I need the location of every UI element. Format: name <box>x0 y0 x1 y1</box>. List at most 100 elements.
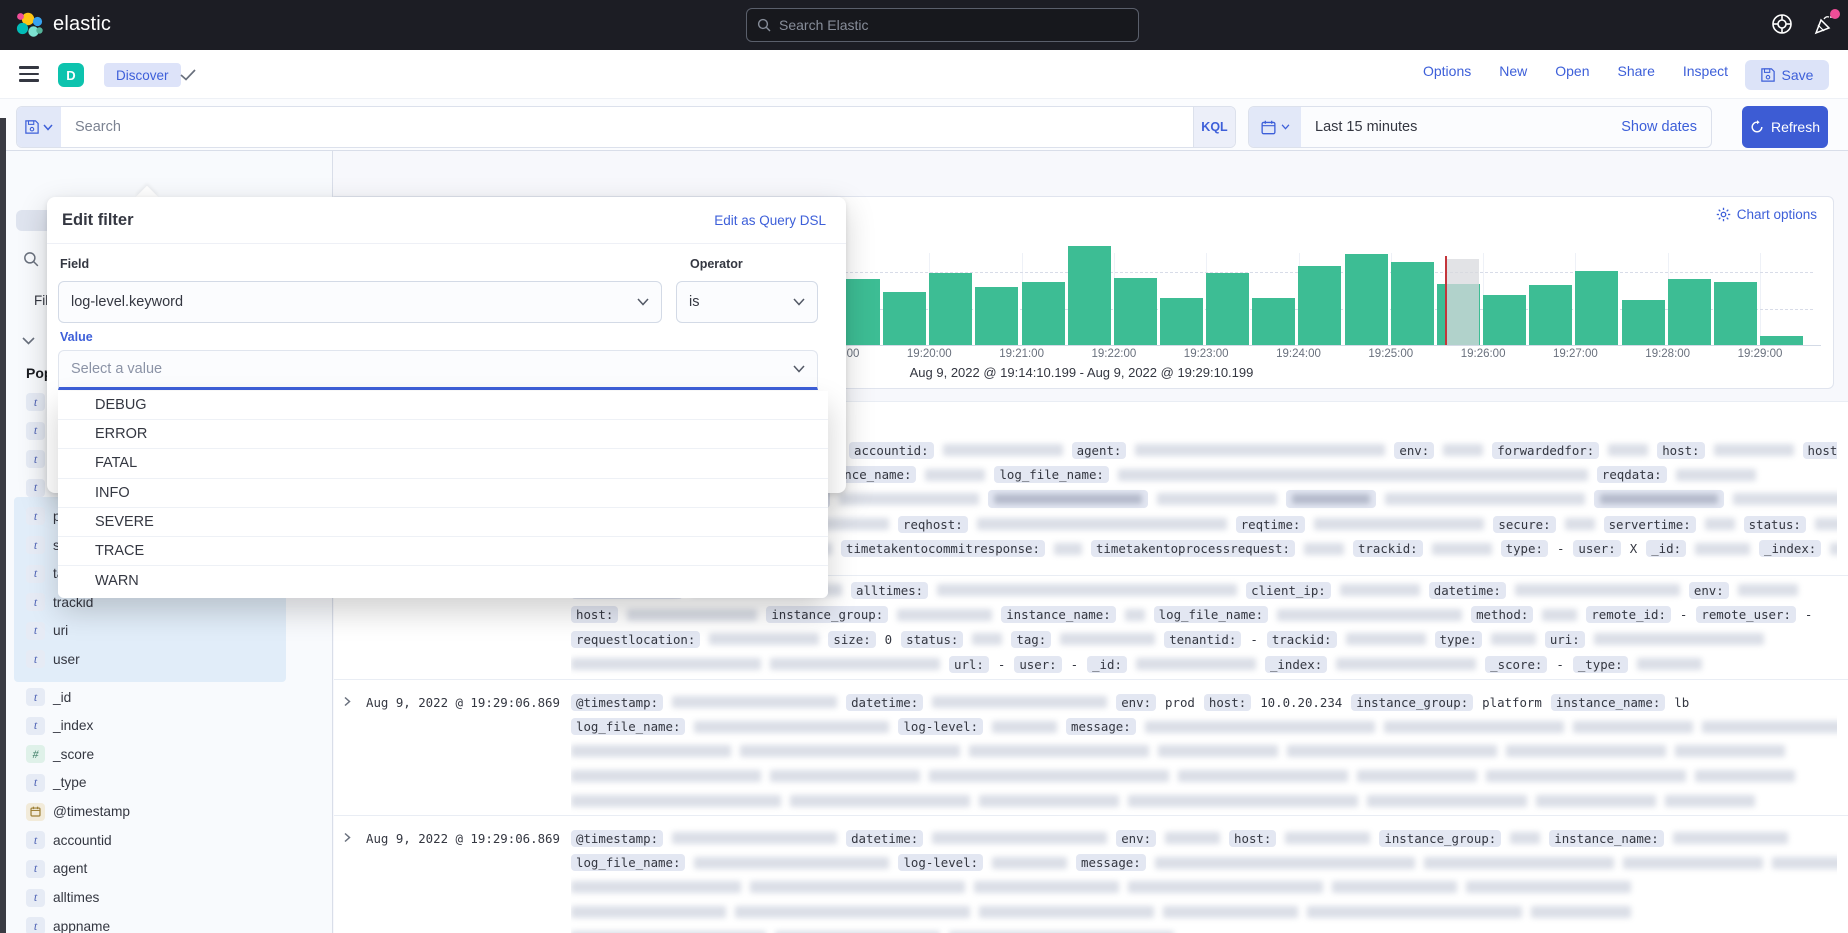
field-chip[interactable]: timetakentoprocessrequest: <box>1091 540 1295 557</box>
field-chip[interactable]: remote_user: <box>1696 606 1796 623</box>
field-chip[interactable]: requestlocation: <box>571 631 700 648</box>
value-option-warn[interactable]: WARN <box>58 566 828 595</box>
field-chip[interactable]: datetime: <box>1429 582 1506 599</box>
field-chip[interactable]: _index: <box>1265 656 1327 673</box>
global-search-input[interactable]: Search Elastic <box>746 8 1139 42</box>
field-chip[interactable]: message: <box>1066 718 1136 735</box>
date-quick-select-button[interactable] <box>1249 107 1301 147</box>
field-chip[interactable]: status: <box>901 631 963 648</box>
field-chip[interactable]: instance_name: <box>1549 830 1663 847</box>
top-nav-link-open[interactable]: Open <box>1555 63 1589 79</box>
value-option-error[interactable]: ERROR <box>58 420 828 449</box>
sidebar-field-@timestamp[interactable]: @timestamp <box>26 802 130 822</box>
saved-query-menu-button[interactable] <box>17 107 61 147</box>
field-chip[interactable]: log_file_name: <box>1154 606 1268 623</box>
field-chip[interactable]: log_file_name: <box>571 718 685 735</box>
field-chip[interactable]: @timestamp: <box>571 694 663 711</box>
field-chip[interactable]: reqdata: <box>1597 466 1667 483</box>
sidebar-field-accountid[interactable]: taccountid <box>26 830 112 850</box>
value-option-trace[interactable]: TRACE <box>58 537 828 566</box>
save-button[interactable]: Save <box>1745 60 1829 90</box>
field-chip[interactable]: type: <box>1435 631 1482 648</box>
field-chip[interactable]: remote_id: <box>1586 606 1671 623</box>
field-chip[interactable]: client_ip: <box>1246 582 1331 599</box>
sidebar-field-_type[interactable]: t_type <box>26 773 86 793</box>
sidebar-field-_id[interactable]: t_id <box>26 687 71 707</box>
expand-row-button[interactable] <box>342 832 352 843</box>
top-nav-link-inspect[interactable]: Inspect <box>1683 63 1728 79</box>
field-chip[interactable]: user: <box>1573 540 1620 557</box>
field-select[interactable]: log-level.keyword <box>58 281 662 323</box>
field-chip[interactable]: host: <box>1229 830 1276 847</box>
field-chip[interactable]: uri: <box>1545 631 1585 648</box>
menu-button[interactable] <box>19 66 39 82</box>
value-option-fatal[interactable]: FATAL <box>58 449 828 478</box>
field-chip[interactable]: instance_group: <box>1379 830 1501 847</box>
edit-as-query-dsl-link[interactable]: Edit as Query DSL <box>714 213 826 228</box>
field-chip[interactable]: host: <box>1657 442 1704 459</box>
field-chip[interactable]: message: <box>1076 854 1146 871</box>
field-chip[interactable]: log-level: <box>898 854 983 871</box>
expand-row-button[interactable] <box>342 696 352 707</box>
field-chip[interactable]: log-level: <box>898 718 983 735</box>
chart-options-button[interactable]: Chart options <box>1716 207 1817 222</box>
field-chip[interactable]: user: <box>1014 656 1061 673</box>
field-chip[interactable]: _id: <box>1646 540 1686 557</box>
field-chip[interactable]: agent: <box>1072 442 1127 459</box>
field-chip[interactable]: env: <box>1116 830 1156 847</box>
sidebar-field-appname[interactable]: tappname <box>26 916 110 933</box>
sidebar-field-alltimes[interactable]: talltimes <box>26 888 99 908</box>
top-nav-link-options[interactable]: Options <box>1423 63 1471 79</box>
field-chip[interactable]: host: <box>1204 694 1251 711</box>
value-option-debug[interactable]: DEBUG <box>58 391 828 420</box>
field-chip[interactable]: env: <box>1116 694 1156 711</box>
field-chip[interactable]: servertime: <box>1604 516 1696 533</box>
help-button[interactable] <box>1770 12 1794 36</box>
operator-select[interactable]: is <box>676 281 818 323</box>
field-chip[interactable]: alltimes: <box>851 582 928 599</box>
field-chip[interactable]: secure: <box>1493 516 1555 533</box>
breadcrumb[interactable]: Discover <box>104 63 181 87</box>
field-chip[interactable]: tag: <box>1011 631 1051 648</box>
field-chip[interactable]: method: <box>1471 606 1533 623</box>
field-chip[interactable]: reqhost: <box>898 516 968 533</box>
field-chip[interactable]: forwardedfor: <box>1492 442 1599 459</box>
field-chip[interactable]: instance_name: <box>1551 694 1665 711</box>
field-chip[interactable]: env: <box>1394 442 1434 459</box>
sidebar-field-user[interactable]: tuser <box>26 649 80 669</box>
field-chip[interactable]: tenantid: <box>1164 631 1241 648</box>
elastic-logo[interactable]: elastic <box>16 11 111 38</box>
field-chip[interactable]: env: <box>1689 582 1729 599</box>
top-nav-link-share[interactable]: Share <box>1618 63 1655 79</box>
refresh-button[interactable]: Refresh <box>1742 106 1828 148</box>
newsfeed-button[interactable] <box>1812 13 1836 37</box>
field-chip[interactable]: accountid: <box>849 442 934 459</box>
field-chip[interactable]: log_file_name: <box>571 854 685 871</box>
field-chip[interactable]: @timestamp: <box>571 830 663 847</box>
sidebar-field-uri[interactable]: turi <box>26 621 68 641</box>
field-chip[interactable]: size: <box>828 631 875 648</box>
field-chip[interactable]: url: <box>949 656 989 673</box>
sidebar-field-_score[interactable]: #_score <box>26 744 94 764</box>
field-chip[interactable]: timetakentocommitresponse: <box>841 540 1045 557</box>
field-chip[interactable]: host: <box>571 606 618 623</box>
field-chip[interactable]: datetime: <box>846 694 923 711</box>
field-chip[interactable]: hostname: <box>1803 442 1837 459</box>
section-chevron-icon[interactable] <box>22 337 35 345</box>
field-chip[interactable]: trackid: <box>1267 631 1337 648</box>
field-chip[interactable]: _score: <box>1485 656 1547 673</box>
field-chip[interactable]: type: <box>1501 540 1548 557</box>
field-chip[interactable]: trackid: <box>1353 540 1423 557</box>
field-chip[interactable]: instance_group: <box>1351 694 1473 711</box>
sidebar-field-_index[interactable]: t_index <box>26 716 93 736</box>
value-option-info[interactable]: INFO <box>58 479 828 508</box>
time-range-value[interactable]: Last 15 minutes <box>1301 107 1621 147</box>
query-input[interactable]: Search <box>61 107 1193 147</box>
field-chip[interactable]: instance_group: <box>766 606 888 623</box>
show-dates-button[interactable]: Show dates <box>1621 107 1711 147</box>
field-chip[interactable]: _index: <box>1759 540 1821 557</box>
space-badge[interactable]: D <box>58 63 84 87</box>
kql-language-button[interactable]: KQL <box>1193 107 1235 147</box>
value-combobox[interactable]: Select a value <box>58 350 818 390</box>
field-chip[interactable]: datetime: <box>846 830 923 847</box>
